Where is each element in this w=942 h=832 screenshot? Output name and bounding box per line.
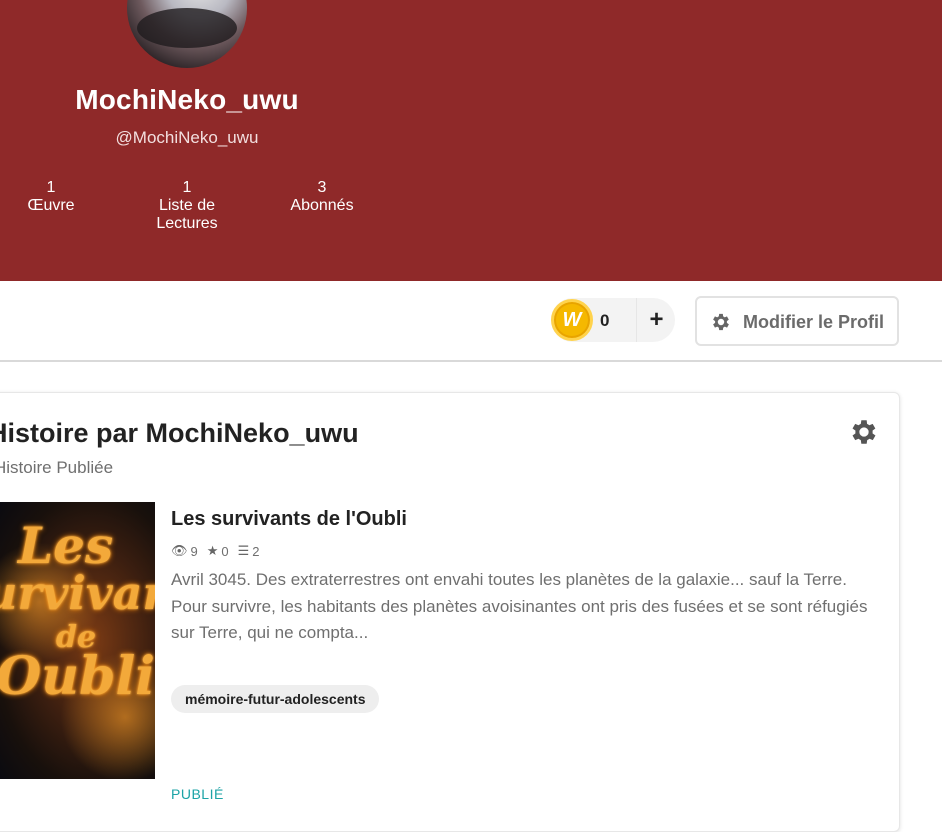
stat-followers-value: 3: [317, 179, 327, 196]
stat-reading-lists-value: 1: [182, 179, 192, 196]
stat-works-value: 1: [46, 179, 56, 196]
story-description: Avril 3045. Des extraterrestres ont enva…: [171, 570, 868, 642]
avatar-detail-dark: [137, 8, 237, 48]
story-votes: 0: [221, 543, 229, 559]
story-reads: 9: [190, 543, 198, 559]
edit-profile-button[interactable]: Modifier le Profil: [695, 296, 899, 346]
list-icon: ☰: [237, 543, 250, 558]
edit-profile-label: Modifier le Profil: [743, 312, 885, 332]
story-title[interactable]: Les survivants de l'Oubli: [171, 508, 407, 531]
story-parts: 2: [252, 543, 260, 559]
stat-followers-label: Abonnés: [290, 197, 354, 214]
stat-works[interactable]: 1 Œuvre: [0, 179, 111, 215]
star-icon: ★: [206, 543, 219, 558]
story-meta: 👁 9 ★ 0 ☰ 2: [171, 543, 269, 559]
stat-reading-lists-label-2: Lectures: [156, 215, 218, 232]
stat-reading-lists-label-1: Liste de: [158, 197, 216, 214]
profile-username: MochiNeko_uwu: [75, 84, 299, 115]
section-title: Histoire par MochiNeko_uwu: [0, 418, 359, 448]
gear-icon: [713, 313, 729, 331]
coin-count: 0: [600, 311, 610, 330]
coin-icon: W: [551, 299, 593, 341]
story-tag[interactable]: mémoire-futur-adolescents: [171, 685, 380, 713]
section-subtitle: Histoire Publiée: [0, 458, 114, 477]
stat-reading-lists[interactable]: 1 Liste de Lectures: [127, 179, 247, 233]
cover-text: Oubli: [0, 646, 155, 707]
eye-icon: 👁: [171, 543, 188, 558]
stat-works-label: Œuvre: [27, 197, 75, 214]
story-cover[interactable]: Les urvivan de Oubli: [0, 502, 155, 779]
cover-text: urvivan: [0, 566, 155, 620]
buy-coins-button[interactable]: +: [636, 298, 676, 342]
profile-handle: @MochiNeko_uwu: [115, 128, 259, 147]
settings-gear-icon[interactable]: [848, 416, 880, 448]
story-status: PUBLIÉ: [171, 786, 224, 802]
stat-followers[interactable]: 3 Abonnés: [262, 179, 382, 215]
